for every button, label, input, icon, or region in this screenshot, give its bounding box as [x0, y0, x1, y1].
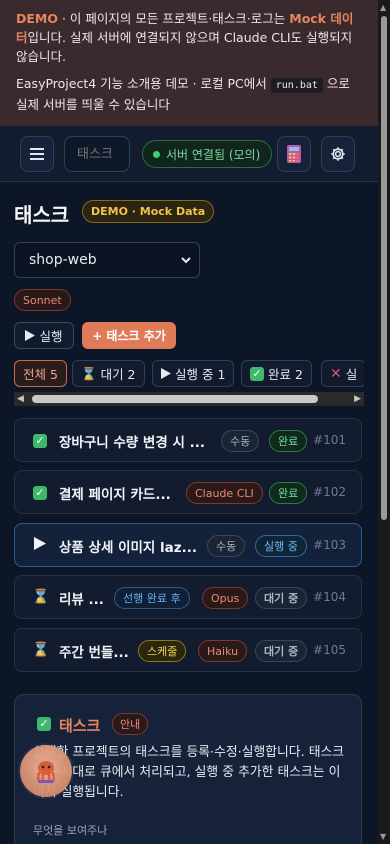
task-row[interactable]: 상품 상세 이미지 laz... 수동 실행 중 #103 [14, 523, 362, 567]
page-scrollbar-thumb[interactable] [381, 16, 387, 520]
project-select-value: shop-web [29, 252, 97, 268]
page-title: 태스크 [14, 203, 70, 227]
filter-done[interactable]: ✓ 완료 2 [241, 360, 312, 387]
task-name: 주간 번들... [59, 645, 129, 661]
task-tag-done: 완료 [269, 482, 308, 504]
server-status-label: 서버 연결됨 (모의) [166, 147, 261, 162]
task-number: #101 [313, 433, 346, 447]
banner-text-b: 입니다. 실제 서버에 연결되지 않으며 Claude CLI도 실행되지 않습… [16, 30, 353, 64]
toolbar: 서버 연결됨 (모의) [0, 126, 378, 182]
task-tag-done: 완료 [269, 430, 308, 452]
task-name: 상품 상세 이미지 laz... [59, 540, 198, 556]
task-row[interactable]: ⌛ 주간 번들... 스케줄 Haiku 대기 중 #105 [14, 628, 362, 672]
run-button[interactable]: 실행 [14, 322, 74, 349]
model-badge[interactable]: Sonnet [14, 289, 71, 311]
task-tag-model: Haiku [198, 640, 248, 662]
filter-done-label: 완료 2 [268, 367, 303, 382]
menu-icon [30, 148, 44, 160]
check-icon: ✓ [37, 717, 51, 731]
scroll-right-icon[interactable]: ▶ [354, 394, 361, 404]
filter-failed[interactable]: ✕ 실 [321, 360, 364, 387]
server-status-badge: 서버 연결됨 (모의) [142, 140, 273, 168]
search-input[interactable] [64, 136, 130, 172]
filter-waiting[interactable]: ⌛ 대기 2 [72, 360, 145, 387]
scroll-left-icon[interactable]: ◀ [17, 394, 24, 404]
task-tag-claude-cli: Claude CLI [186, 482, 263, 504]
scroll-down-icon[interactable]: ▼ [380, 832, 386, 841]
filter-failed-label: 실 [345, 367, 358, 382]
check-icon: ✓ [32, 484, 48, 500]
play-icon [161, 368, 171, 379]
status-filter-bar: 전체 5 ⌛ 대기 2 실행 중 1 ✓ 완료 2 ✕ 실 [14, 360, 364, 388]
calculator-button[interactable] [277, 136, 311, 172]
settings-button[interactable] [321, 136, 355, 172]
task-tag-manual: 수동 [221, 430, 260, 452]
banner-line-1: DEMO · 이 페이지의 모든 프로젝트·태스크·로그는 Mock 데이터입니… [16, 9, 362, 66]
task-tag-queued: 대기 중 [255, 640, 308, 662]
banner-text-a: · 이 페이지의 모든 프로젝트·태스크·로그는 [57, 11, 290, 26]
task-name: 리뷰 ... [59, 592, 104, 608]
chevron-down-icon [181, 257, 191, 264]
task-row[interactable]: ⌛ 리뷰 ... 선행 완료 후 Opus 대기 중 #104 [14, 575, 362, 619]
task-tag-model: Opus [202, 587, 249, 609]
hourglass-icon: ⌛ [81, 365, 97, 381]
filter-running-label: 실행 중 1 [175, 367, 226, 382]
x-icon: ✕ [330, 365, 342, 382]
menu-button[interactable] [20, 136, 54, 172]
task-number: #105 [313, 643, 346, 657]
task-tag-manual: 수동 [207, 535, 246, 557]
task-number: #103 [313, 538, 346, 552]
calculator-icon [287, 145, 301, 163]
filter-scrollbar[interactable]: ◀ ▶ [14, 392, 364, 406]
banner-code: run.bat [270, 78, 323, 93]
check-icon: ✓ [32, 432, 48, 448]
task-name: 결제 페이지 카드... [59, 487, 171, 503]
task-name: 장바구니 수량 변경 시 ... [59, 435, 205, 451]
status-dot-icon [153, 150, 160, 158]
check-icon: ✓ [250, 366, 264, 381]
hourglass-icon: ⌛ [32, 642, 50, 658]
scroll-up-icon[interactable]: ▲ [380, 3, 386, 12]
banner-line-2: EasyProject4 기능 소개용 데모 · 로컬 PC에서 run.bat… [16, 74, 362, 114]
demo-banner: DEMO · 이 페이지의 모든 프로젝트·태스크·로그는 Mock 데이터입니… [0, 0, 378, 126]
assistant-avatar-button[interactable] [20, 745, 72, 797]
page-scrollbar[interactable]: ▲ ▼ [378, 0, 390, 844]
task-tag-queued: 대기 중 [255, 587, 308, 609]
run-button-label: 실행 [39, 329, 63, 344]
project-select[interactable]: shop-web [14, 242, 200, 278]
banner-demo-label: DEMO [16, 11, 58, 26]
help-badge: 안내 [112, 713, 149, 735]
play-icon [25, 330, 36, 341]
task-row[interactable]: ✓ 결제 페이지 카드... Claude CLI 완료 #102 [14, 470, 362, 514]
gear-icon [331, 147, 345, 161]
play-icon [32, 537, 48, 553]
add-task-button[interactable]: + 태스크 추가 [82, 322, 176, 349]
task-tag-running: 실행 중 [255, 535, 307, 557]
task-number: #102 [313, 485, 346, 499]
hourglass-icon: ⌛ [32, 589, 50, 605]
help-title: 태스크 [59, 717, 101, 735]
task-tag-schedule: 스케줄 [138, 640, 187, 662]
filter-waiting-label: 대기 2 [100, 367, 136, 382]
filter-all-label: 전체 5 [23, 367, 58, 382]
filter-running[interactable]: 실행 중 1 [152, 360, 235, 387]
banner-text-c: EasyProject4 기능 소개용 데모 · 로컬 PC에서 [16, 76, 271, 91]
filter-all[interactable]: 전체 5 [14, 360, 67, 387]
filter-scrollbar-thumb[interactable] [32, 395, 318, 403]
main-content: 태스크 DEMO · Mock Data shop-web Sonnet 실행 … [0, 182, 378, 844]
help-text: 선택한 프로젝트의 태스크를 등록·수정·실행합니다. 태스크는 순서대로 큐에… [33, 745, 345, 800]
demo-data-badge: DEMO · Mock Data [82, 200, 215, 223]
task-row[interactable]: ✓ 장바구니 수량 변경 시 ... 수동 완료 #101 [14, 418, 362, 462]
task-number: #104 [313, 590, 346, 604]
help-question: 무엇을 보여주나 [33, 824, 108, 837]
task-tag-dependency: 선행 완료 후 [114, 587, 190, 609]
octopus-icon [37, 761, 55, 784]
